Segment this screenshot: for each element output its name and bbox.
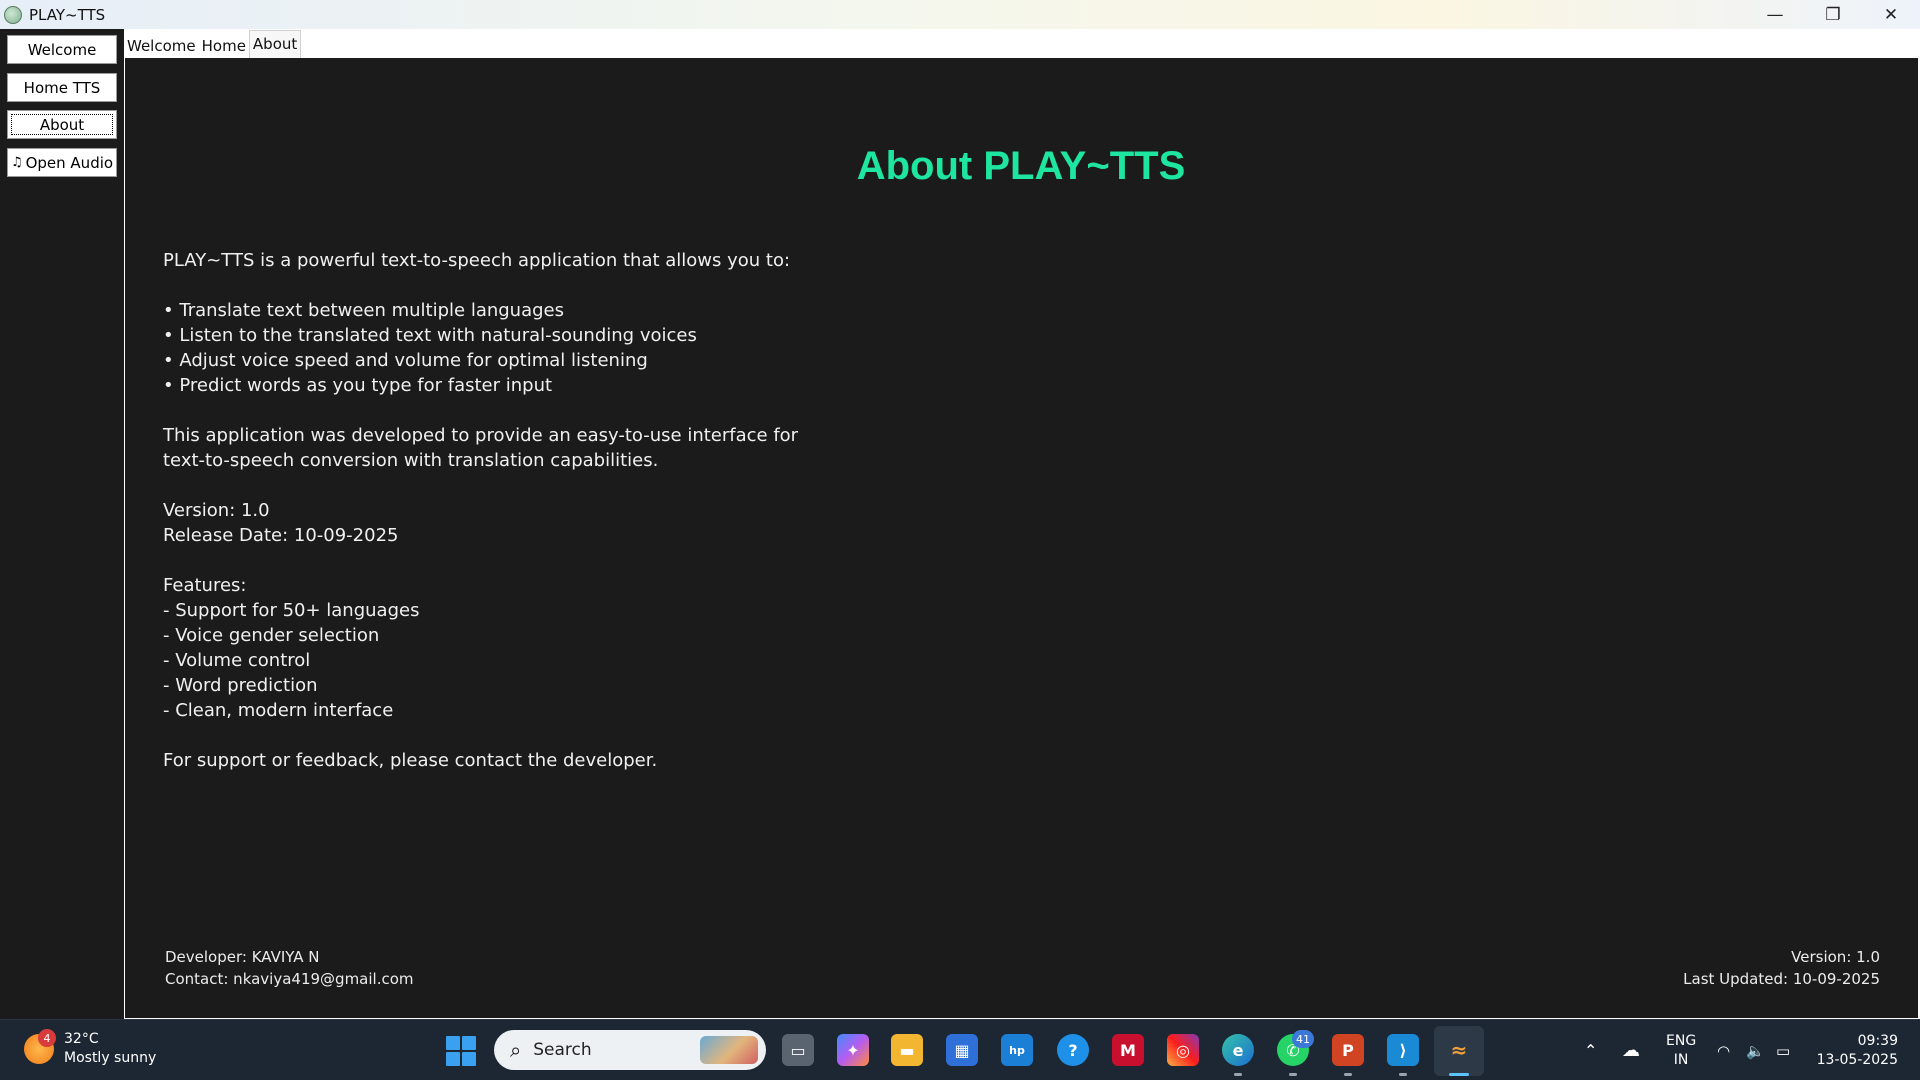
sidebar-about-button[interactable]: About bbox=[7, 110, 117, 139]
minimize-button[interactable]: — bbox=[1746, 0, 1804, 29]
music-note-icon: ♫ bbox=[10, 155, 23, 170]
instagram-icon[interactable]: ◎ bbox=[1167, 1034, 1199, 1066]
battery-icon[interactable]: ▭ bbox=[1776, 1020, 1790, 1080]
running-indicator bbox=[1399, 1073, 1407, 1076]
focus-outline bbox=[11, 114, 113, 135]
weather-temp: 32°C bbox=[64, 1031, 99, 1047]
search-icon: ⌕ bbox=[510, 1038, 522, 1062]
sidebar-item-label: Home TTS bbox=[23, 78, 101, 97]
tab-label: About bbox=[252, 35, 298, 53]
developer-contact: Contact: nkaviya419@gmail.com bbox=[165, 970, 414, 988]
get-help-icon[interactable]: ? bbox=[1057, 1034, 1089, 1066]
window-title: PLAY~TTS bbox=[29, 5, 106, 24]
file-explorer-icon[interactable]: ▬ bbox=[891, 1034, 923, 1066]
task-view-icon[interactable]: ▭ bbox=[782, 1034, 814, 1066]
tab-welcome[interactable]: Welcome bbox=[124, 30, 199, 58]
sidebar-item-label: Welcome bbox=[27, 40, 97, 59]
sidebar-open-audio-button[interactable]: ♫ Open Audio bbox=[7, 148, 117, 177]
language-indicator[interactable]: ENG IN bbox=[1666, 1020, 1696, 1080]
sidebar: Welcome Home TTS About ♫ Open Audio bbox=[0, 29, 124, 1019]
title-bar: PLAY~TTS — ❐ ✕ bbox=[0, 0, 1920, 29]
show-hidden-icons-icon[interactable]: ⌃ bbox=[1584, 1020, 1597, 1080]
search-highlight-image bbox=[700, 1036, 758, 1064]
copilot-icon[interactable]: ✦ bbox=[837, 1034, 869, 1066]
tab-label: Home bbox=[201, 37, 246, 55]
restore-button[interactable]: ❐ bbox=[1804, 0, 1862, 29]
edge-browser-icon[interactable]: e bbox=[1222, 1034, 1254, 1066]
last-updated-label: Last Updated: 10-09-2025 bbox=[1683, 970, 1880, 988]
running-indicator bbox=[1344, 1073, 1352, 1076]
sidebar-home-tts-button[interactable]: Home TTS bbox=[7, 73, 117, 102]
active-indicator bbox=[1449, 1073, 1469, 1076]
sidebar-welcome-button[interactable]: Welcome bbox=[7, 35, 117, 64]
vscode-icon[interactable]: ⟩ bbox=[1387, 1034, 1419, 1066]
developer-info: Developer: KAVIYA N Contact: nkaviya419@… bbox=[165, 946, 414, 990]
version-info: Version: 1.0 Last Updated: 10-09-2025 bbox=[1683, 946, 1880, 990]
region-code: IN bbox=[1673, 1051, 1689, 1068]
tab-label: Welcome bbox=[127, 37, 196, 55]
windows-start-icon[interactable] bbox=[446, 1036, 476, 1066]
search-label: Search bbox=[533, 1040, 592, 1060]
clock-time: 09:39 bbox=[1857, 1033, 1898, 1049]
notification-badge: 4 bbox=[38, 1029, 56, 1047]
taskbar: 4 32°C Mostly sunny ⌕ Search ▭ ✦ ▬ ▦ hp … bbox=[0, 1019, 1920, 1080]
about-panel: About PLAY~TTS PLAY~TTS is a powerful te… bbox=[125, 58, 1918, 1018]
close-button[interactable]: ✕ bbox=[1862, 0, 1920, 29]
running-indicator bbox=[1234, 1073, 1242, 1076]
running-indicator bbox=[1289, 1073, 1297, 1076]
tab-home[interactable]: Home bbox=[199, 30, 249, 58]
mcafee-icon[interactable]: M bbox=[1112, 1034, 1144, 1066]
main-area: Welcome Home About About PLAY~TTS PLAY~T… bbox=[124, 29, 1920, 1019]
play-tts-app-icon[interactable]: ≈ bbox=[1443, 1034, 1475, 1066]
about-description: PLAY~TTS is a powerful text-to-speech ap… bbox=[163, 250, 799, 771]
volume-icon[interactable]: 🔈 bbox=[1746, 1020, 1765, 1080]
version-label: Version: 1.0 bbox=[1791, 948, 1880, 966]
wifi-icon[interactable]: ◠ bbox=[1717, 1020, 1730, 1080]
tab-about[interactable]: About bbox=[248, 30, 302, 58]
myhp-icon[interactable]: hp bbox=[1001, 1034, 1033, 1066]
sidebar-item-label: Open Audio bbox=[25, 153, 114, 172]
taskbar-search[interactable]: ⌕ Search bbox=[494, 1030, 766, 1070]
clock-date: 13-05-2025 bbox=[1816, 1052, 1898, 1068]
whatsapp-badge: 41 bbox=[1292, 1030, 1314, 1048]
app-logo-icon bbox=[4, 5, 22, 24]
microsoft-store-icon[interactable]: ▦ bbox=[946, 1034, 978, 1066]
system-clock[interactable]: 09:39 13-05-2025 bbox=[1817, 1032, 1898, 1070]
onedrive-cloud-icon[interactable]: ☁ bbox=[1622, 1020, 1640, 1080]
sun-icon: 4 bbox=[24, 1029, 56, 1064]
developer-name: Developer: KAVIYA N bbox=[165, 948, 320, 966]
powerpoint-icon[interactable]: P bbox=[1332, 1034, 1364, 1066]
tab-bar: Welcome Home About bbox=[124, 29, 302, 58]
page-title: About PLAY~TTS bbox=[856, 144, 1186, 188]
weather-condition: Mostly sunny bbox=[64, 1050, 157, 1066]
weather-widget[interactable]: 4 32°C Mostly sunny bbox=[24, 1029, 157, 1068]
window-controls: — ❐ ✕ bbox=[1746, 0, 1920, 29]
language-code: ENG bbox=[1666, 1032, 1697, 1049]
